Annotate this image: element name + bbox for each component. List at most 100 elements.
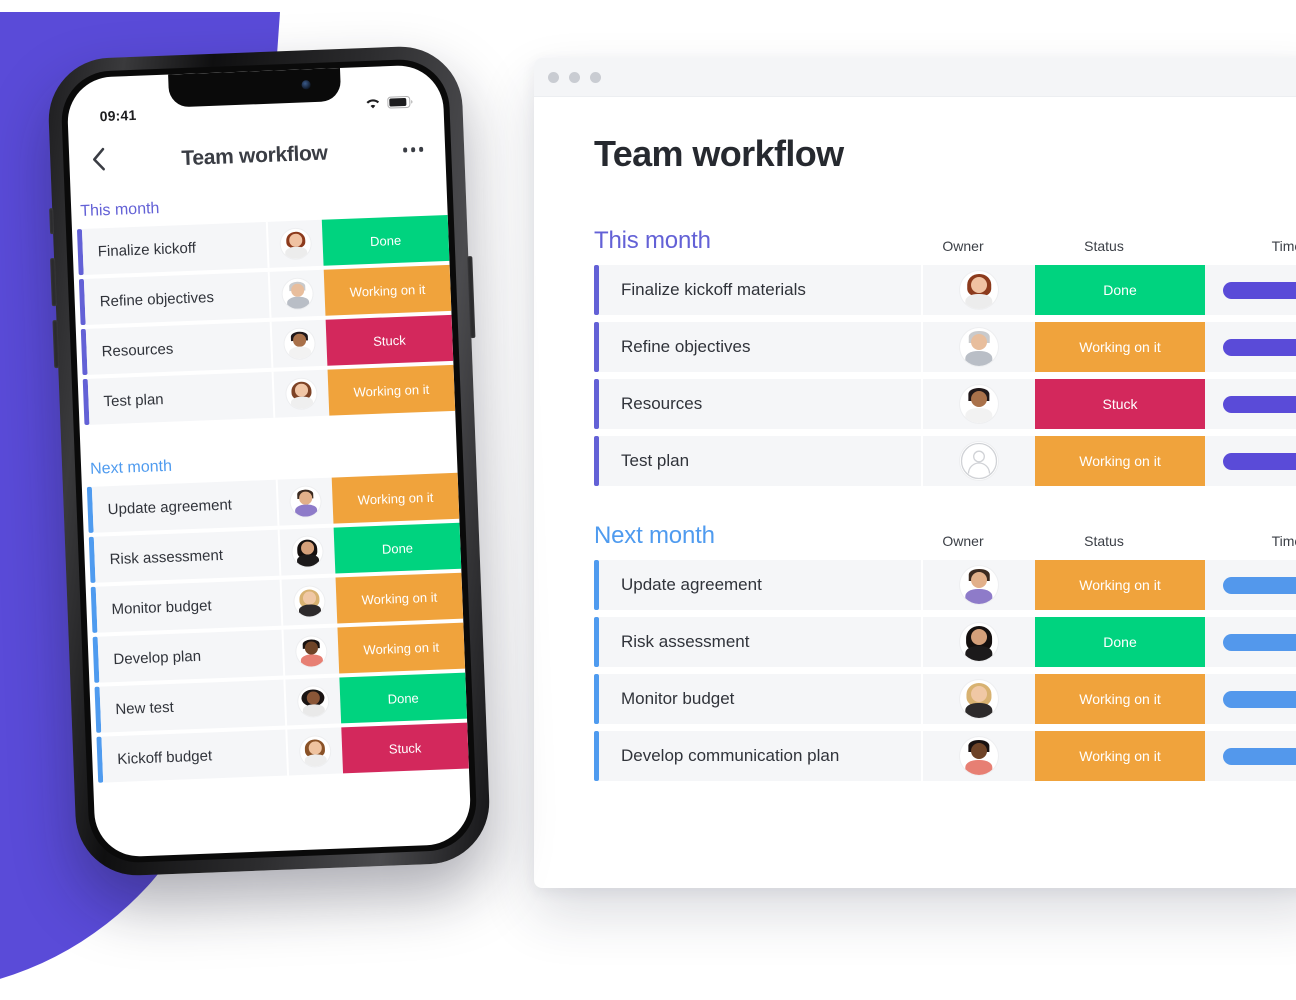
status-badge[interactable]: Done xyxy=(1035,265,1205,315)
avatar[interactable] xyxy=(293,585,325,618)
status-badge[interactable]: Working on it xyxy=(1035,322,1205,372)
task-name[interactable]: Update agreement xyxy=(91,479,280,533)
phone-notch xyxy=(168,67,342,108)
task-name[interactable]: Finalize kickoff xyxy=(81,221,270,275)
timeline-cell[interactable] xyxy=(1205,731,1296,781)
task-name[interactable]: Monitor budget xyxy=(95,579,284,633)
owner-cell[interactable] xyxy=(277,477,334,526)
owner-cell[interactable] xyxy=(285,677,342,726)
status-badge[interactable]: Stuck xyxy=(325,314,454,366)
owner-cell[interactable] xyxy=(283,627,340,676)
owner-cell[interactable] xyxy=(287,727,344,776)
task-name[interactable]: Refine objectives xyxy=(83,271,272,325)
owner-cell[interactable] xyxy=(923,379,1035,429)
table-row[interactable]: Finalize kickoff materials Done xyxy=(594,265,1296,315)
task-name[interactable]: Develop communication plan xyxy=(599,731,923,781)
status-badge[interactable]: Working on it xyxy=(327,364,456,416)
owner-cell[interactable] xyxy=(923,265,1035,315)
owner-cell[interactable] xyxy=(271,319,328,368)
table-row[interactable]: Develop communication plan Working on it xyxy=(594,731,1296,781)
owner-cell[interactable] xyxy=(281,577,338,626)
desktop-window: Team workflow This month Owner Status Timel… xyxy=(534,58,1296,888)
table-row[interactable]: Test plan Working on it xyxy=(594,436,1296,486)
status-badge[interactable]: Working on it xyxy=(323,264,452,316)
back-button[interactable] xyxy=(91,147,107,177)
table-row[interactable]: Update agreement Working on it xyxy=(594,560,1296,610)
timeline-cell[interactable] xyxy=(1205,560,1296,610)
status-badge[interactable]: Working on it xyxy=(331,472,460,524)
status-badge[interactable]: Working on it xyxy=(1035,731,1205,781)
task-name[interactable]: Monitor budget xyxy=(599,674,923,724)
minimize-dot-icon[interactable] xyxy=(569,71,580,83)
avatar[interactable] xyxy=(960,566,998,604)
avatar[interactable] xyxy=(960,737,998,775)
avatar[interactable] xyxy=(285,378,318,410)
avatar[interactable] xyxy=(960,271,998,309)
avatar[interactable] xyxy=(280,228,312,260)
owner-cell[interactable] xyxy=(923,731,1035,781)
status-badge[interactable]: Working on it xyxy=(1035,560,1205,610)
task-name[interactable]: Finalize kickoff materials xyxy=(599,265,923,315)
status-badge[interactable]: Done xyxy=(339,672,468,724)
avatar[interactable] xyxy=(960,680,998,718)
avatar[interactable] xyxy=(960,385,998,423)
owner-cell[interactable] xyxy=(923,617,1035,667)
task-name[interactable]: Test plan xyxy=(87,371,276,425)
avatar[interactable] xyxy=(290,486,322,518)
avatar-placeholder-icon[interactable] xyxy=(960,442,998,480)
table-row[interactable]: Risk assessment Done xyxy=(594,617,1296,667)
task-name[interactable]: Resources xyxy=(85,321,274,375)
group-title[interactable]: Next month xyxy=(594,524,715,548)
timeline-cell[interactable] xyxy=(1205,617,1296,667)
avatar[interactable] xyxy=(295,635,327,668)
status-badge[interactable]: Stuck xyxy=(341,722,469,774)
timeline-cell[interactable] xyxy=(1205,379,1296,429)
avatar[interactable] xyxy=(960,328,998,366)
timeline-cell[interactable] xyxy=(1205,674,1296,724)
desktop-board: This month Owner Status Timeline Finalize ki… xyxy=(594,223,1296,781)
group-title[interactable]: This month xyxy=(594,229,711,253)
avatar[interactable] xyxy=(299,735,331,768)
task-name[interactable]: Kickoff budget xyxy=(101,729,290,783)
timeline-cell[interactable] xyxy=(1205,265,1296,315)
avatar[interactable] xyxy=(282,278,314,310)
status-badge[interactable]: Stuck xyxy=(1035,379,1205,429)
owner-cell[interactable] xyxy=(923,560,1035,610)
table-row[interactable]: Refine objectives Working on it xyxy=(594,322,1296,372)
task-name[interactable]: Update agreement xyxy=(599,560,923,610)
owner-cell[interactable] xyxy=(923,436,1035,486)
timeline-cell[interactable] xyxy=(1205,436,1296,486)
status-badge[interactable]: Working on it xyxy=(1035,436,1205,486)
status-badge[interactable]: Done xyxy=(1035,617,1205,667)
owner-cell[interactable] xyxy=(923,674,1035,724)
maximize-dot-icon[interactable] xyxy=(590,71,601,83)
front-camera-icon xyxy=(301,80,311,90)
task-name[interactable]: Resources xyxy=(599,379,923,429)
status-badge[interactable]: Working on it xyxy=(335,572,464,624)
status-badge[interactable]: Done xyxy=(333,522,462,574)
owner-cell[interactable] xyxy=(267,219,324,268)
owner-cell[interactable] xyxy=(923,322,1035,372)
avatar[interactable] xyxy=(960,623,998,661)
timeline-cell[interactable] xyxy=(1205,322,1296,372)
status-badge[interactable]: Working on it xyxy=(1035,674,1205,724)
more-options-icon[interactable] xyxy=(402,147,424,153)
avatar[interactable] xyxy=(291,536,324,568)
owner-cell[interactable] xyxy=(273,369,330,418)
task-name[interactable]: Risk assessment xyxy=(599,617,923,667)
avatar[interactable] xyxy=(297,685,329,718)
table-row[interactable]: Monitor budget Working on it xyxy=(594,674,1296,724)
avatar[interactable] xyxy=(283,328,316,360)
task-name[interactable]: Refine objectives xyxy=(599,322,923,372)
close-dot-icon[interactable] xyxy=(548,71,559,83)
table-row[interactable]: Resources Stuck xyxy=(594,379,1296,429)
task-name[interactable]: New test xyxy=(99,679,288,733)
timeline-bar xyxy=(1223,338,1296,356)
status-badge[interactable]: Done xyxy=(321,214,450,266)
owner-cell[interactable] xyxy=(279,527,336,576)
task-name[interactable]: Risk assessment xyxy=(93,529,282,583)
owner-cell[interactable] xyxy=(269,269,326,318)
task-name[interactable]: Develop plan xyxy=(97,629,286,683)
status-badge[interactable]: Working on it xyxy=(337,622,466,674)
task-name[interactable]: Test plan xyxy=(599,436,923,486)
